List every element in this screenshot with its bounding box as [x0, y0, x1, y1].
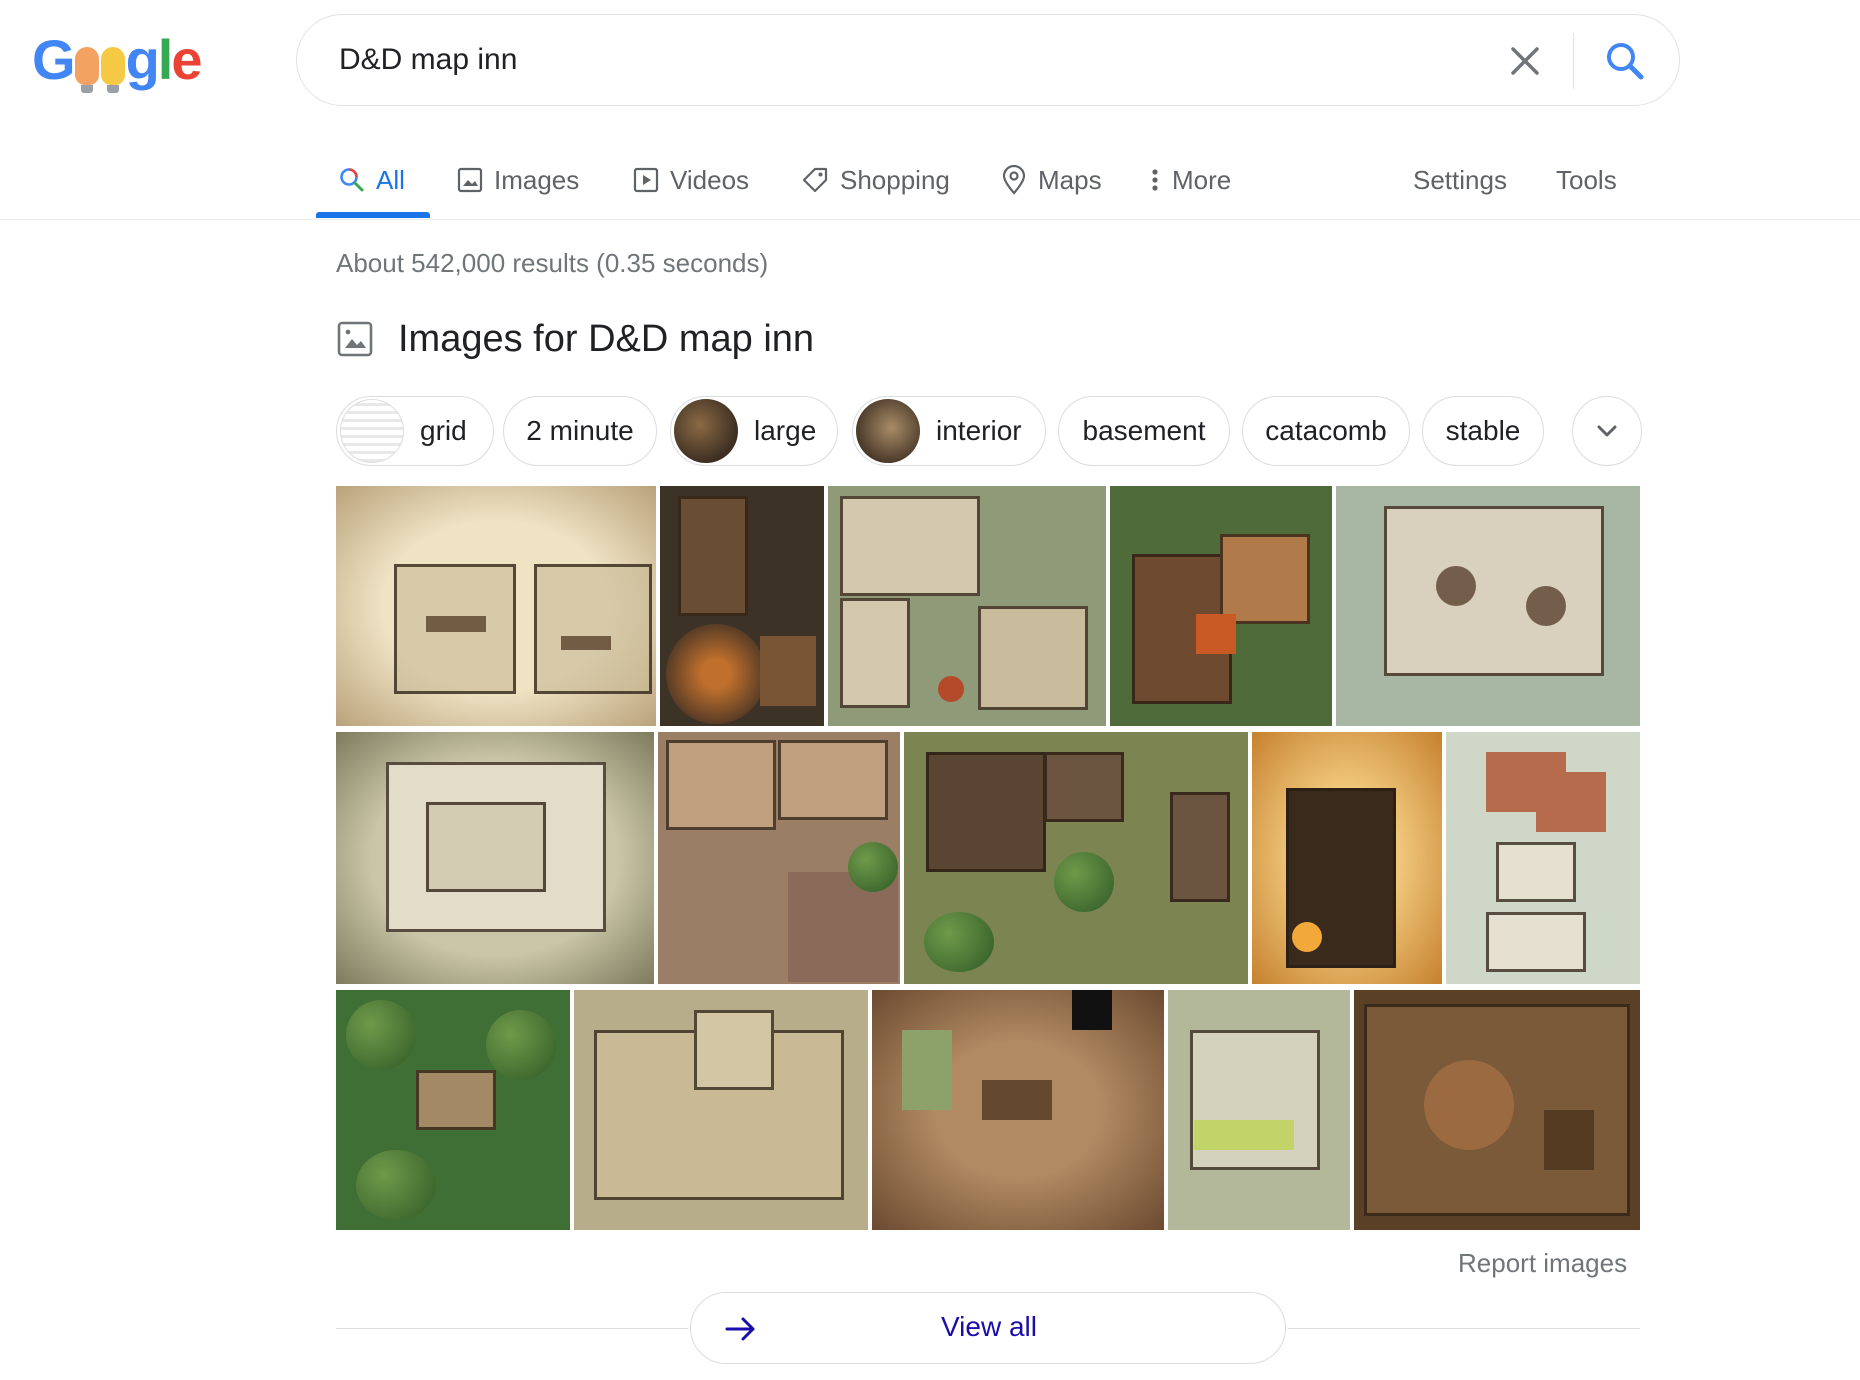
map-pin-icon: [1002, 165, 1026, 195]
tab-shopping[interactable]: Shopping: [800, 154, 950, 206]
chip-2-minute[interactable]: 2 minute: [503, 396, 657, 466]
results-stats: About 542,000 results (0.35 seconds): [336, 248, 769, 278]
image-result[interactable]: [872, 990, 1164, 1230]
logo-letter-g2: g: [125, 28, 160, 91]
search-tabs: All Images Videos Shopping Maps More Set…: [0, 140, 1860, 220]
chevron-down-icon: [1597, 425, 1617, 437]
chip-thumbnail: [856, 399, 920, 463]
chip-catacomb[interactable]: catacomb: [1242, 396, 1410, 466]
images-section-title: Images for D&D map inn: [398, 317, 815, 360]
play-icon: [633, 167, 659, 193]
image-icon: [457, 167, 483, 193]
view-all-button[interactable]: View all: [690, 1292, 1286, 1364]
search-divider: [1573, 33, 1574, 89]
image-result[interactable]: [1168, 990, 1350, 1230]
search-icon: [340, 168, 364, 192]
logo-letter-e: e: [171, 28, 202, 91]
image-result[interactable]: [336, 486, 656, 726]
tab-label: Maps: [1038, 164, 1102, 195]
image-result[interactable]: [574, 990, 868, 1230]
chip-thumbnail: [674, 399, 738, 463]
expand-chips-button[interactable]: [1572, 396, 1642, 466]
image-result[interactable]: [336, 990, 570, 1230]
image-result[interactable]: [336, 732, 654, 984]
image-result[interactable]: [660, 486, 824, 726]
images-section-header: Images for D&D map inn: [336, 316, 814, 362]
tab-more[interactable]: More: [1148, 154, 1231, 206]
image-result[interactable]: [1110, 486, 1332, 726]
logo-letter-l: l: [157, 28, 174, 91]
image-result[interactable]: [658, 732, 900, 984]
tab-maps[interactable]: Maps: [1000, 154, 1102, 206]
report-images-link[interactable]: Report images: [1458, 1248, 1627, 1279]
chip-basement[interactable]: basement: [1058, 396, 1230, 466]
arrow-right-icon: [725, 1317, 755, 1341]
tab-label: Images: [494, 164, 580, 195]
tab-all[interactable]: All: [338, 154, 405, 206]
image-result[interactable]: [1354, 990, 1640, 1230]
search-icon: [1607, 43, 1644, 80]
bulb-icon: [74, 47, 99, 93]
bulb-icon: [100, 47, 125, 93]
clear-search-button[interactable]: [1503, 39, 1547, 83]
divider: [336, 1328, 688, 1329]
more-vert-icon: [1152, 169, 1158, 191]
tag-icon: [802, 167, 828, 193]
settings-link[interactable]: Settings: [1413, 154, 1507, 206]
image-result[interactable]: [1336, 486, 1640, 726]
tab-label: All: [376, 164, 405, 195]
chip-large[interactable]: large: [670, 396, 838, 466]
chip-grid[interactable]: grid: [336, 396, 494, 466]
tab-images[interactable]: Images: [456, 154, 579, 206]
chip-interior[interactable]: interior: [852, 396, 1046, 466]
search-submit-button[interactable]: [1599, 35, 1651, 87]
tab-videos[interactable]: Videos: [632, 154, 749, 206]
search-input[interactable]: [339, 37, 1439, 83]
tab-label: Shopping: [840, 164, 950, 195]
image-result[interactable]: [904, 732, 1248, 984]
image-result[interactable]: [828, 486, 1106, 726]
tab-label: Videos: [670, 164, 750, 195]
search-box: [296, 14, 1680, 106]
divider: [1288, 1328, 1640, 1329]
tools-link[interactable]: Tools: [1556, 154, 1617, 206]
close-icon: [1511, 47, 1539, 75]
tab-label: More: [1172, 164, 1232, 195]
chip-stable[interactable]: stable: [1422, 396, 1544, 466]
image-result[interactable]: [1252, 732, 1442, 984]
view-all-label: View all: [941, 1311, 1037, 1342]
active-tab-indicator: [316, 212, 430, 218]
logo-letter-g: G: [32, 28, 76, 91]
google-logo[interactable]: Ggle: [32, 32, 203, 93]
image-icon: [337, 321, 373, 357]
chip-thumbnail: [340, 399, 404, 463]
image-result[interactable]: [1446, 732, 1640, 984]
